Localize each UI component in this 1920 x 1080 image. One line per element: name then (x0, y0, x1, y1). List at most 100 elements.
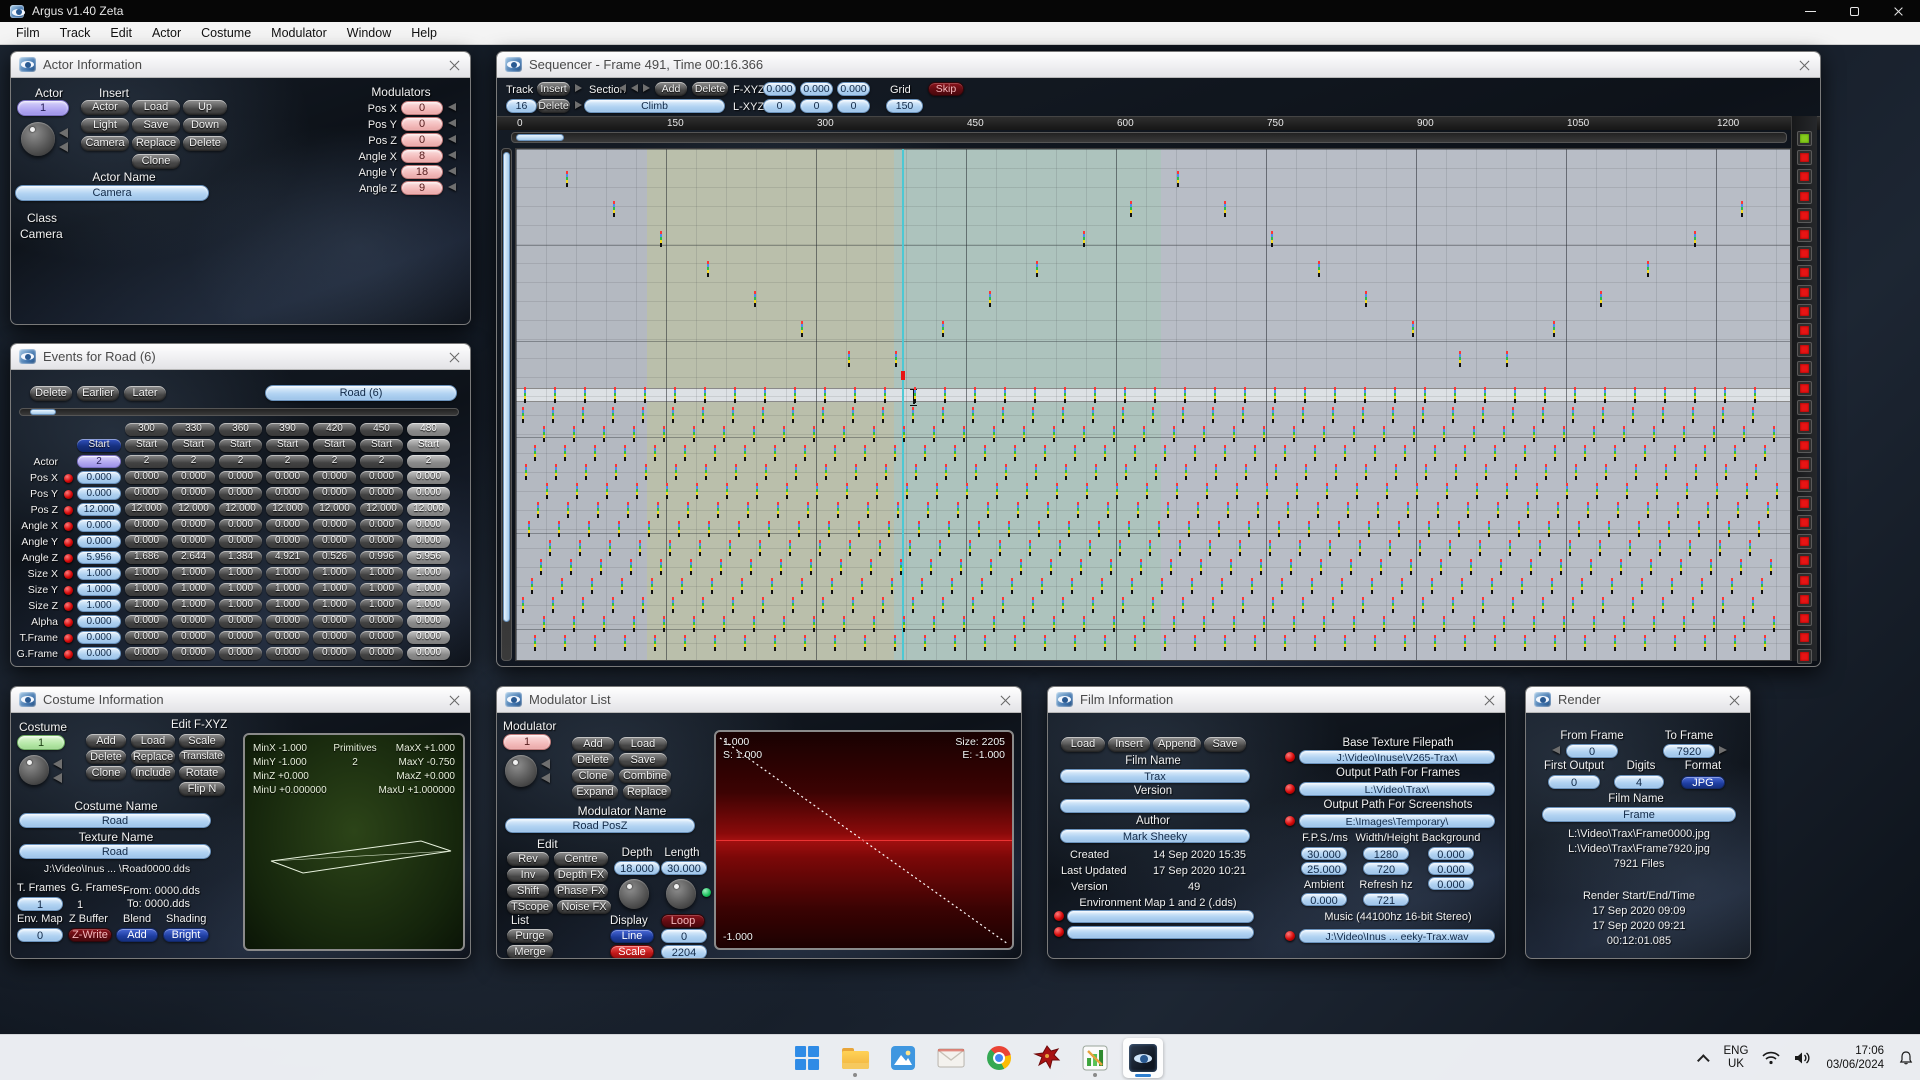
event-marker[interactable] (1263, 426, 1265, 442)
event-marker[interactable] (1593, 426, 1595, 442)
bg1-field[interactable]: 0.000 (1428, 847, 1474, 860)
event-marker[interactable] (1113, 426, 1115, 442)
event-marker[interactable] (1152, 597, 1154, 613)
event-cell[interactable]: 12.000 (313, 503, 356, 516)
event-marker[interactable] (858, 521, 860, 537)
event-marker[interactable] (1227, 502, 1229, 518)
event-marker[interactable] (549, 540, 551, 556)
clone-button[interactable]: Clone (132, 154, 180, 169)
event-marker[interactable] (1248, 521, 1250, 537)
event-marker[interactable] (804, 635, 806, 651)
tray-chevron-icon[interactable] (1697, 1054, 1710, 1067)
event-marker[interactable] (543, 616, 545, 632)
event-marker[interactable] (723, 426, 725, 442)
event-marker[interactable] (684, 635, 686, 651)
event-marker[interactable] (1512, 407, 1514, 423)
fxyz-x-field[interactable]: 0.000 (763, 82, 796, 96)
events-panel-titlebar[interactable]: Events for Road (6) (11, 344, 470, 370)
menu-costume[interactable]: Costume (191, 22, 261, 44)
event-marker[interactable] (1692, 597, 1694, 613)
film-insert-button[interactable]: Insert (1108, 737, 1150, 752)
event-marker[interactable] (1425, 464, 1427, 480)
event-marker[interactable] (1242, 407, 1244, 423)
event-marker[interactable] (1281, 578, 1283, 594)
event-cell[interactable]: 1.000 (266, 567, 309, 580)
event-marker[interactable] (831, 578, 833, 594)
translate-button[interactable]: Translate (179, 750, 225, 764)
event-record-led[interactable] (64, 618, 73, 627)
event-cell[interactable]: 0.000 (360, 615, 403, 628)
event-cell[interactable]: 1.000 (360, 583, 403, 596)
track-toggle-red[interactable] (1798, 612, 1811, 625)
event-marker[interactable] (1514, 387, 1516, 403)
events-start-header[interactable]: Start (407, 439, 450, 452)
event-marker[interactable] (537, 502, 539, 518)
event-marker[interactable] (684, 445, 686, 461)
track-toggle-red[interactable] (1798, 362, 1811, 375)
event-marker[interactable] (597, 502, 599, 518)
track-toggle-red[interactable] (1798, 382, 1811, 395)
event-marker[interactable] (1338, 521, 1340, 537)
event-marker[interactable] (1422, 407, 1424, 423)
event-marker[interactable] (747, 502, 749, 518)
event-marker[interactable] (1650, 559, 1652, 575)
event-marker[interactable] (891, 578, 893, 594)
event-marker[interactable] (573, 426, 575, 442)
event-record-led[interactable] (64, 554, 73, 563)
event-cell[interactable]: 4.921 (266, 551, 309, 564)
event-marker[interactable] (1488, 521, 1490, 537)
event-record-led[interactable] (64, 634, 73, 643)
event-marker[interactable] (672, 597, 674, 613)
film-name-field[interactable]: Trax (1060, 769, 1250, 783)
event-marker[interactable] (1104, 445, 1106, 461)
actor-name-field[interactable]: Camera (15, 185, 209, 201)
event-marker[interactable] (1271, 231, 1273, 247)
event-cell[interactable]: 1.000 (172, 567, 215, 580)
event-cell[interactable]: 12.000 (266, 503, 309, 516)
event-marker[interactable] (1134, 445, 1136, 461)
sequencer-vscrollbar[interactable] (501, 148, 512, 661)
event-marker[interactable] (1020, 559, 1022, 575)
menu-film[interactable]: Film (6, 22, 50, 44)
event-marker[interactable] (999, 540, 1001, 556)
event-record-led[interactable] (64, 570, 73, 579)
insert-light-button[interactable]: Light (81, 118, 129, 133)
events-start-header[interactable]: Start (266, 439, 309, 452)
wifi-icon[interactable] (1762, 1051, 1780, 1065)
t-frames-field[interactable]: 1 (17, 897, 63, 911)
event-marker[interactable] (1626, 483, 1628, 499)
event-marker[interactable] (897, 502, 899, 518)
speaker-icon[interactable] (1794, 1051, 1812, 1065)
event-cell[interactable]: 1.000 (77, 599, 121, 612)
event-cell[interactable]: 0.000 (313, 647, 356, 660)
event-marker[interactable] (990, 559, 992, 575)
event-marker[interactable] (702, 407, 704, 423)
sequencer-panel-titlebar[interactable]: Sequencer - Frame 491, Time 00:16.366 (497, 52, 1820, 78)
track-toggle-red[interactable] (1798, 439, 1811, 452)
event-marker[interactable] (1146, 483, 1148, 499)
event-marker[interactable] (579, 540, 581, 556)
length-knob[interactable] (666, 879, 696, 909)
event-marker[interactable] (1431, 578, 1433, 594)
event-marker[interactable] (1600, 291, 1602, 307)
section-name-field[interactable]: Climb (584, 99, 725, 113)
event-marker[interactable] (1083, 231, 1085, 247)
event-marker[interactable] (1026, 483, 1028, 499)
event-marker[interactable] (566, 171, 568, 187)
track-toggle-red[interactable] (1798, 343, 1811, 356)
from-frame-field[interactable]: 0 (1566, 744, 1618, 758)
event-marker[interactable] (1604, 387, 1606, 403)
event-cell[interactable]: 2 (172, 455, 215, 468)
insert-camera-button[interactable]: Camera (81, 136, 129, 151)
event-marker[interactable] (843, 426, 845, 442)
event-marker[interactable] (1128, 521, 1130, 537)
event-cell[interactable]: 0.000 (407, 615, 450, 628)
event-marker[interactable] (720, 559, 722, 575)
event-marker[interactable] (924, 635, 926, 651)
event-marker[interactable] (1214, 387, 1216, 403)
event-marker[interactable] (801, 578, 803, 594)
event-marker[interactable] (789, 540, 791, 556)
purge-button[interactable]: Purge (507, 929, 553, 943)
event-marker[interactable] (1092, 407, 1094, 423)
event-marker[interactable] (1182, 597, 1184, 613)
